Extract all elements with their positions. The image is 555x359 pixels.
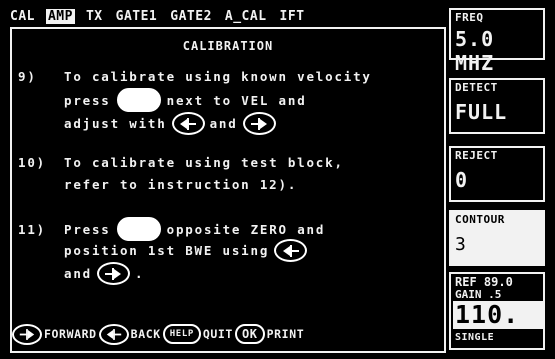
step11-text2: position 1st BWE using (64, 243, 270, 258)
freq-panel[interactable]: FREQ 5.0 MHZ (449, 8, 545, 75)
menu-gate1[interactable]: GATE1 (114, 9, 160, 24)
step11-number: 11) (18, 221, 46, 237)
gain-value: 110. (453, 301, 543, 329)
step11-text3a: and (64, 266, 92, 281)
freq-label: FREQ (455, 11, 484, 24)
contour-panel[interactable]: CONTOUR 3 (449, 210, 545, 266)
reject-label: REJECT (455, 149, 498, 162)
step9-text3b: and (209, 116, 238, 131)
arrow-left-icon (274, 239, 308, 262)
arrow-right-icon (96, 262, 130, 285)
top-menu: CAL AMP TX GATE1 GATE2 A_CAL IFT (8, 6, 307, 26)
forward-label: FORWARD (44, 327, 97, 341)
back-button[interactable]: BACK (98, 323, 161, 345)
bottom-softkey-bar: FORWARD BACK HELP QUIT OK PRINT (12, 322, 306, 346)
arrow-left-icon (171, 112, 205, 135)
step9-text2a: press (64, 92, 111, 108)
zero-softkey-button[interactable] (116, 217, 161, 241)
contour-value: 3 (455, 234, 467, 255)
help-key: HELP (162, 324, 201, 344)
detect-label: DETECT (455, 81, 498, 94)
forward-button[interactable]: FORWARD (12, 323, 97, 345)
ref-readout: REF 89.0 (455, 275, 513, 289)
menu-gate2[interactable]: GATE2 (168, 9, 214, 24)
back-label: BACK (130, 327, 161, 341)
arrow-left-icon (98, 323, 129, 345)
step9-text2b: next to VEL and (166, 92, 307, 108)
step11-line1: 11) Press opposite ZERO and (18, 217, 325, 241)
step10-number: 10) (18, 155, 46, 170)
detect-value: FULL (455, 100, 508, 124)
step11-text3b: . (134, 266, 145, 281)
step10-line1: 10) To calibrate using test block, (18, 155, 344, 170)
arrow-right-icon (12, 323, 42, 345)
step9-text1: To calibrate using known velocity (64, 69, 372, 84)
quit-button[interactable]: HELP QUIT (162, 324, 233, 344)
step11-line3: and . (64, 262, 144, 285)
instrument-screen: CAL AMP TX GATE1 GATE2 A_CAL IFT CALIBRA… (0, 0, 555, 359)
step9-line3: adjust with and (64, 112, 281, 135)
step10-text1: To calibrate using test block, (64, 155, 344, 170)
menu-ift[interactable]: IFT (278, 9, 307, 24)
arrow-right-icon (242, 112, 276, 135)
step9-line1: 9) To calibrate using known velocity (18, 69, 372, 84)
menu-amp[interactable]: AMP (45, 8, 75, 24)
menu-tx[interactable]: TX (84, 9, 105, 24)
step11-text1a: Press (64, 221, 111, 237)
step11-line2: position 1st BWE using (64, 239, 312, 262)
step10-line2: refer to instruction 12). (64, 177, 297, 192)
step9-line2: press next to VEL and (64, 88, 307, 112)
step9-text3a: adjust with (64, 116, 167, 131)
menu-a-cal[interactable]: A_CAL (223, 9, 269, 24)
step11-text1b: opposite ZERO and (166, 221, 326, 237)
calibration-dialog: CALIBRATION 9) To calibrate using known … (10, 27, 446, 353)
ok-key: OK (234, 324, 265, 344)
print-button[interactable]: OK PRINT (234, 324, 305, 344)
step9-number: 9) (18, 69, 37, 84)
detect-panel[interactable]: DETECT FULL (449, 78, 545, 134)
gain-panel[interactable]: REF 89.0 GAIN .5 110. SINGLE (449, 272, 545, 350)
print-label: PRINT (266, 327, 305, 341)
freq-value: 5.0 MHZ (455, 27, 495, 75)
contour-label: CONTOUR (455, 213, 505, 226)
gain-mode: SINGLE (455, 332, 495, 343)
vel-softkey-button[interactable] (116, 88, 161, 112)
step10-text2: refer to instruction 12). (64, 177, 298, 192)
menu-cal[interactable]: CAL (8, 9, 37, 24)
dialog-title: CALIBRATION (182, 39, 274, 53)
quit-label: QUIT (202, 327, 233, 341)
reject-panel[interactable]: REJECT 0 (449, 146, 545, 202)
reject-value: 0 (455, 168, 469, 192)
